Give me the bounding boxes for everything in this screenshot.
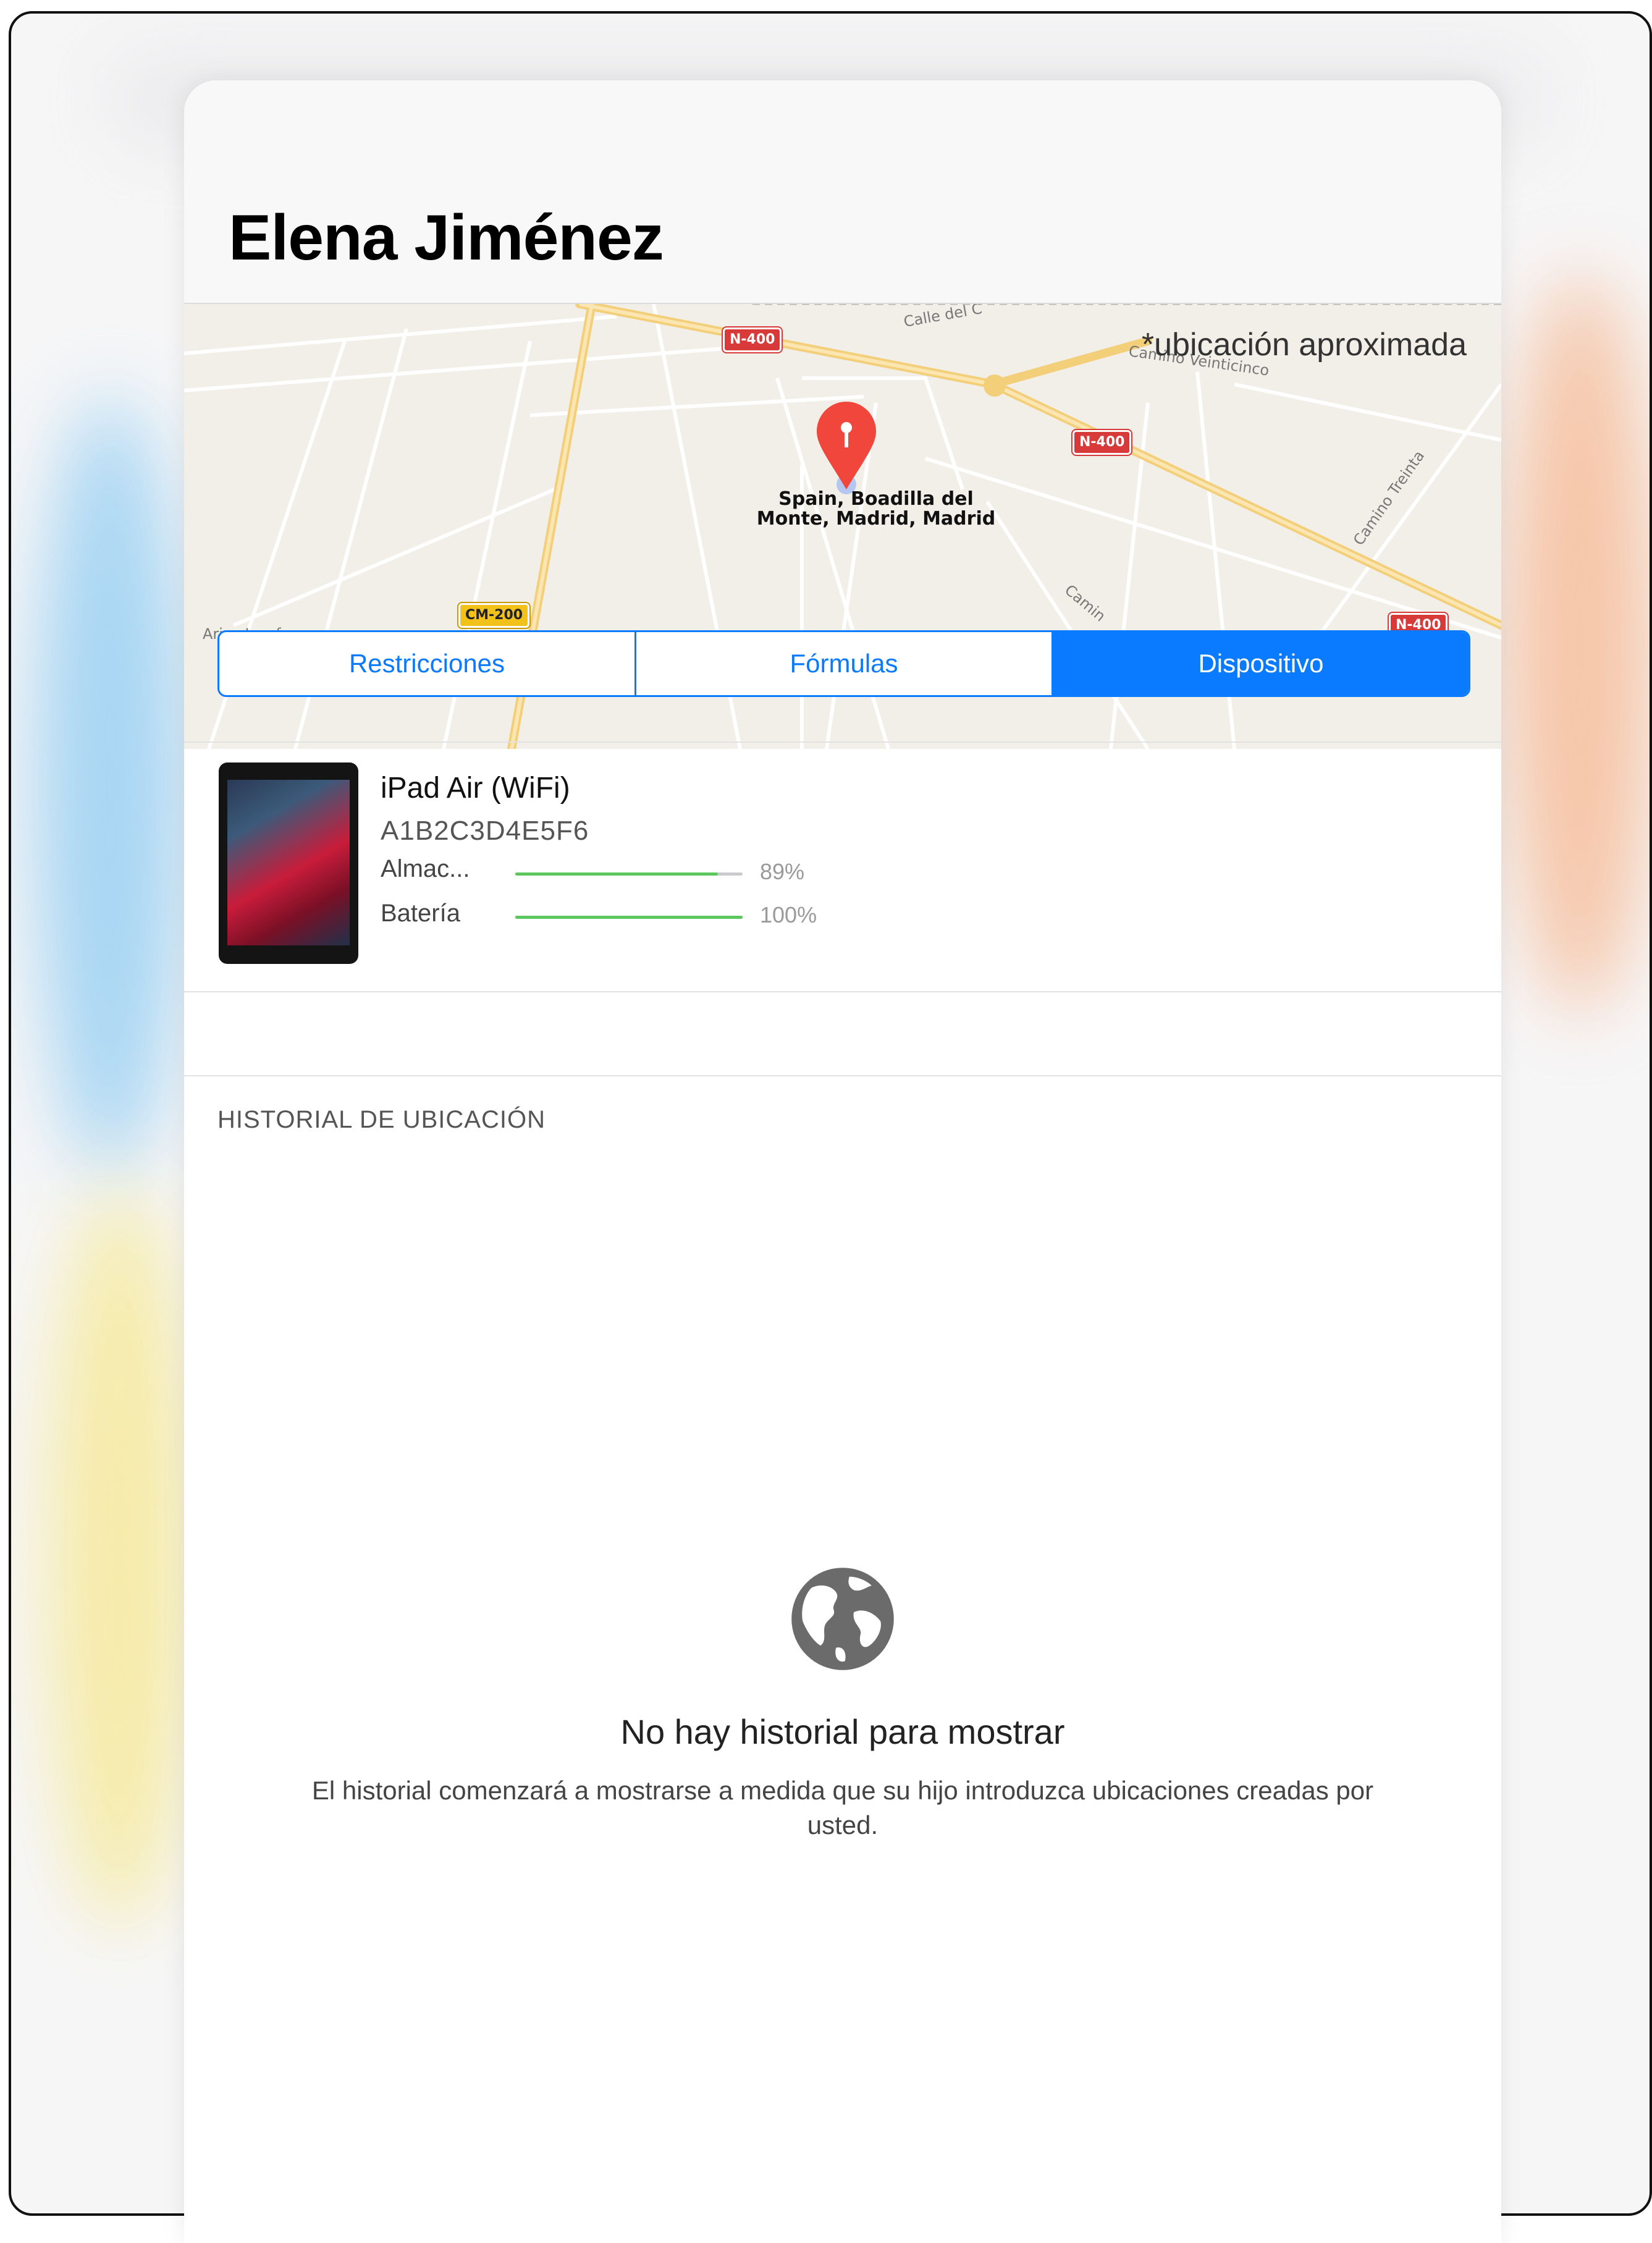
tab-formulas[interactable]: Fórmulas [636,632,1053,695]
road-shield-cm200: CM-200 [457,602,531,629]
empty-history-title: No hay historial para mostrar [620,1712,1065,1751]
tab-dispositivo[interactable]: Dispositivo [1053,632,1469,695]
background-glow-left-blue [36,397,184,1175]
separator [184,741,1501,743]
ipad-wallpaper [227,780,350,945]
battery-bar [515,916,743,919]
storage-label: Almac... [381,855,470,882]
map-place-label: Spain, Boadilla del Monte, Madrid, Madri… [691,489,1061,529]
road-shield-n400: N-400 [1071,429,1133,456]
storage-bar [515,872,743,876]
child-detail-card: Elena Jiménez Calle del C Camino Veintic… [184,80,1501,2243]
background-glow-right-orange [1506,273,1650,1015]
battery-value: 100% [760,902,817,927]
tab-restricciones[interactable]: Restricciones [219,632,636,695]
approximate-location-note: *ubicación aproximada [1141,327,1467,363]
map-place-line-1: Spain, Boadilla del [778,488,974,510]
location-history-header: HISTORIAL DE UBICACIÓN [217,1106,546,1133]
child-name-title: Elena Jiménez [229,202,664,274]
section-segmented-control: Restricciones Fórmulas Dispositivo [217,630,1470,697]
background-glow-left-yellow [48,1188,190,1929]
globe-icon [791,1568,894,1670]
storage-value: 89% [760,859,805,884]
battery-bar-fill [515,916,743,919]
battery-label: Batería [381,900,460,927]
storage-bar-fill [515,872,718,876]
separator [184,991,1501,992]
map-place-line-2: Monte, Madrid, Madrid [756,508,996,530]
separator [184,1075,1501,1076]
ipad-thumbnail [219,762,358,964]
empty-history-description: El historial comenzará a mostrarse a med… [311,1776,1374,1840]
card-header: Elena Jiménez [184,80,1501,303]
road-shield-n400: N-400 [721,326,783,353]
device-serial: A1B2C3D4E5F6 [381,816,589,846]
device-name: iPad Air (WiFi) [381,772,570,805]
